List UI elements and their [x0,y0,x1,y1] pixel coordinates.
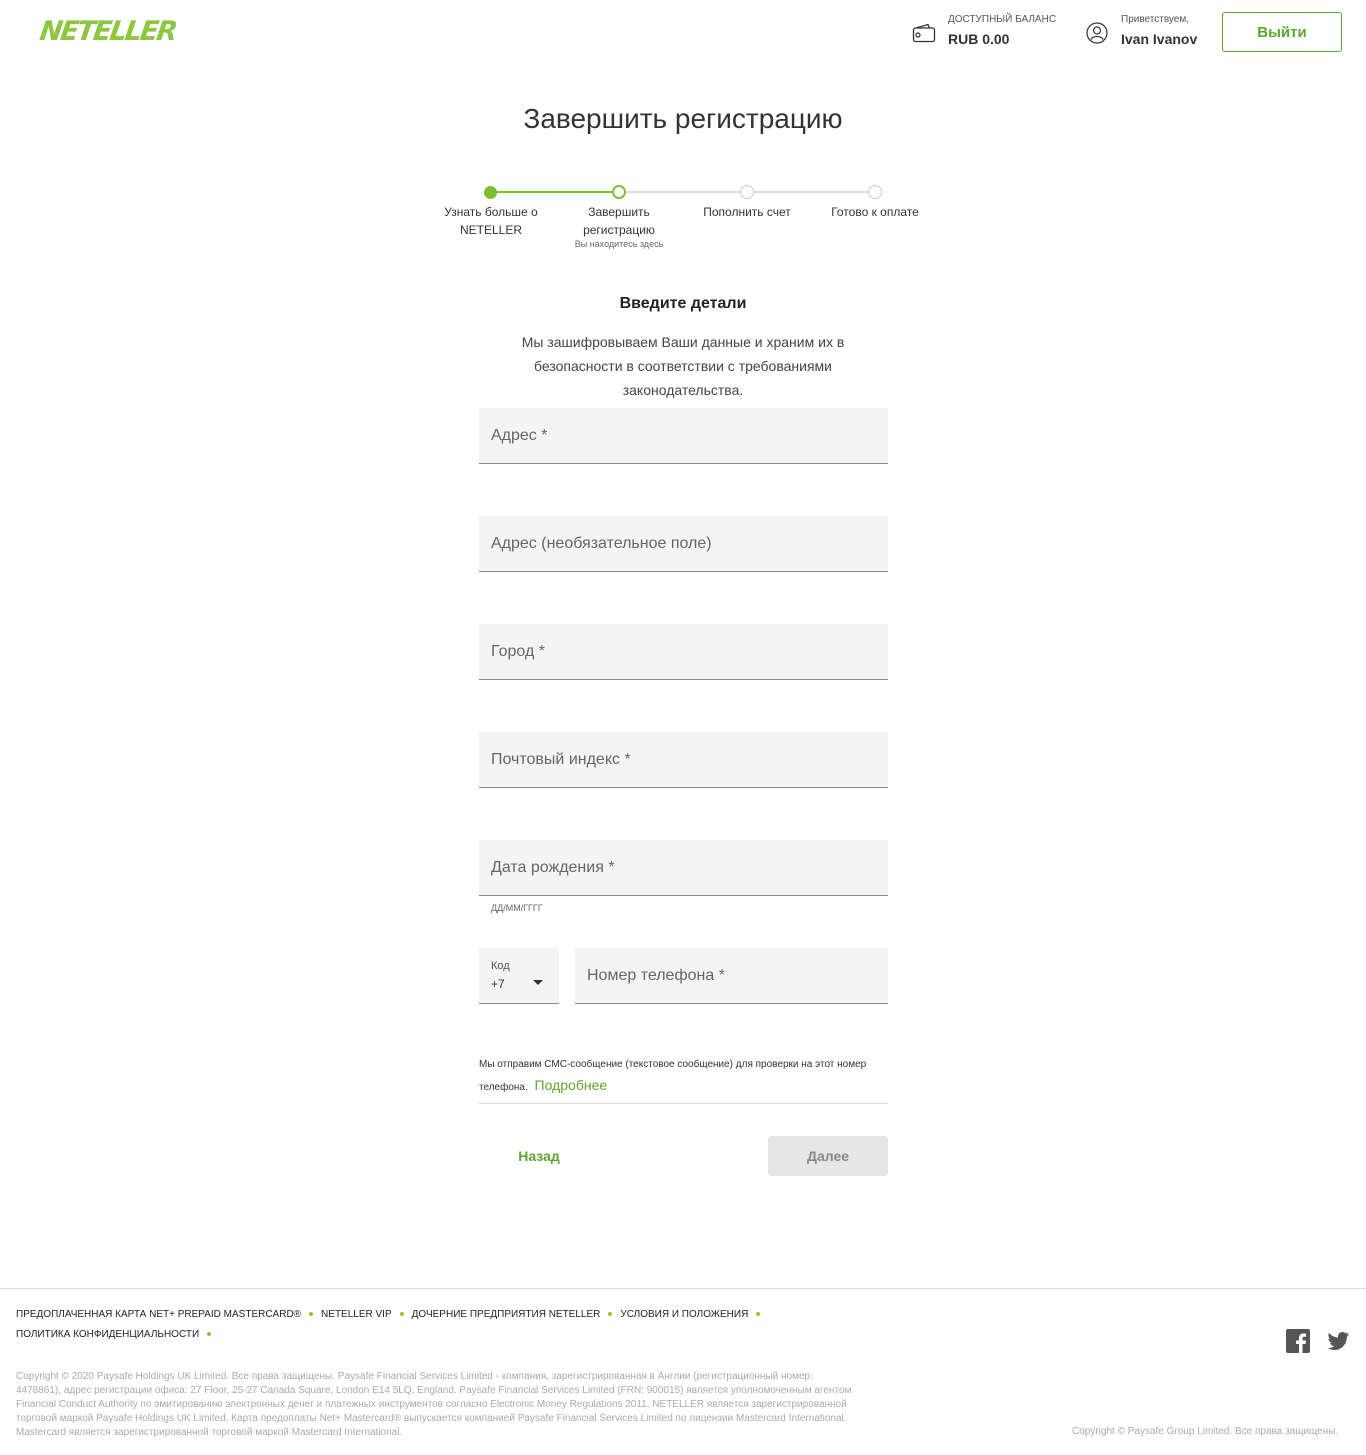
address2-field [479,516,888,572]
caret-down-icon [533,980,543,985]
neteller-logo[interactable]: NETELLER [38,16,178,47]
page-title: Завершить регистрацию [523,103,843,134]
footer-link-subsidiaries[interactable]: ДОЧЕРНИЕ ПРЕДПРИЯТИЯ NETELLER [412,1309,601,1320]
postcode-field [479,732,888,788]
footer-links: ПРЕДОПЛАЧЕННАЯ КАРТА NET+ PREPAID MASTER… [16,1305,776,1345]
footer-divider [0,1288,1366,1289]
wallet-icon [912,23,936,43]
footer-separator [399,1311,404,1316]
footer-separator [608,1311,613,1316]
greeting-label: Приветствуем, [1121,14,1190,25]
city-field [479,624,888,680]
user-name: Ivan Ivanov [1121,31,1198,47]
code-label: Код [491,960,510,972]
section-description: Мы зашифровываем Ваши данные и храним их… [521,334,845,398]
footer-link-vip[interactable]: NETELLER VIP [321,1309,392,1320]
country-code-select[interactable]: Код +7 [479,948,559,1004]
twitter-icon[interactable] [1326,1329,1350,1353]
address1-input[interactable] [479,408,888,463]
code-value: +7 [491,977,505,991]
footer-link-privacy[interactable]: ПОЛИТИКА КОНФИДЕНЦИАЛЬНОСТИ [16,1329,199,1340]
step-label-learn: Узнать больше о NETELLER [444,205,538,237]
step-dot-todo [740,185,754,199]
footer-separator [309,1311,314,1316]
footer-separator [756,1311,761,1316]
back-button[interactable]: Назад [479,1136,599,1176]
postcode-input[interactable] [479,732,888,787]
logout-button[interactable]: Выйти [1222,12,1342,52]
dob-input[interactable] [479,840,888,895]
step-label-deposit: Пополнить счет [703,205,791,219]
step-current-note: Вы находитесь здесь [574,239,664,249]
learn-more-link[interactable]: Подробнее [535,1077,608,1093]
step-dot-todo [868,185,882,199]
city-input[interactable] [479,624,888,679]
divider [479,1103,888,1104]
balance-label: ДОСТУПНЫЙ БАЛАНС [948,14,1057,25]
step-dot-current [612,185,626,199]
step-label-register: Завершить регистрацию [583,205,655,237]
phone-field [575,948,888,1004]
balance-value: RUB 0.00 [948,31,1010,47]
step-label-ready: Готово к оплате [831,205,919,219]
facebook-icon[interactable] [1286,1329,1310,1353]
step-dot-done [484,186,497,199]
section-title: Введите детали [619,295,747,312]
address2-input[interactable] [479,516,888,571]
footer-link-prepaid-card[interactable]: ПРЕДОПЛАЧЕННАЯ КАРТА NET+ PREPAID MASTER… [16,1309,301,1320]
header: NETELLER ДОСТУПНЫЙ БАЛАНС RUB 0.00 Приве… [0,0,1366,64]
footer-link-terms[interactable]: УСЛОВИЯ И ПОЛОЖЕНИЯ [620,1309,748,1320]
copyright-text: Copyright © 2020 Paysafe Holdings UK Lim… [16,1371,852,1438]
step-line-done [491,191,619,193]
footer-separator [207,1331,212,1336]
sms-notice: Мы отправим СМС-сообщение (текстовое соо… [479,1055,891,1098]
address1-field [479,408,888,464]
copyright-group: Copyright © Paysafe Group Limited. Все п… [1072,1426,1339,1437]
phone-input[interactable] [575,948,888,1003]
next-button[interactable]: Далее [768,1136,888,1176]
user-icon [1086,22,1108,44]
registration-stepper: Узнать больше о NETELLER Завершить регис… [0,180,1366,270]
dob-hint: ДД/ММ/ГГГГ [491,903,543,913]
dob-field [479,840,888,896]
